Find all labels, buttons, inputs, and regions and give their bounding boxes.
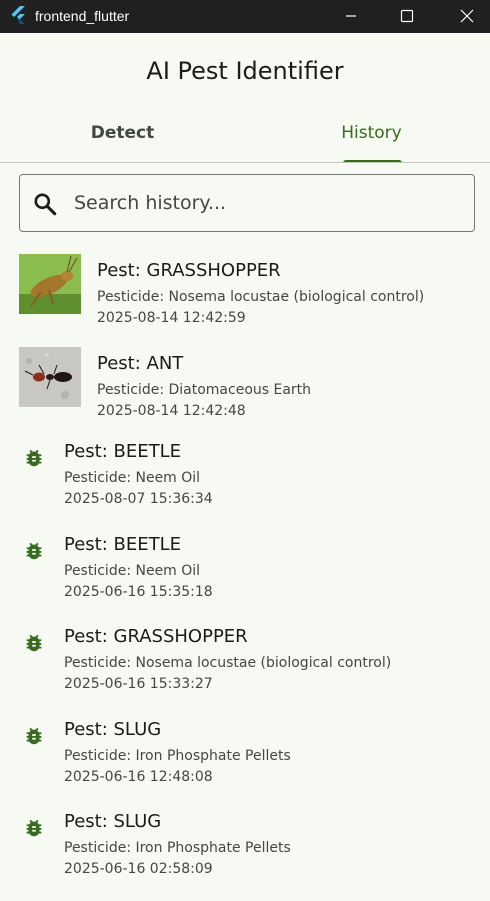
- search-input[interactable]: [74, 189, 454, 217]
- bug-icon: [26, 542, 42, 560]
- close-button[interactable]: [444, 0, 490, 33]
- timestamp: 2025-06-16 15:35:18: [64, 584, 213, 600]
- window-titlebar: frontend_flutter: [0, 0, 490, 33]
- ant-photo: [19, 347, 81, 407]
- pesticide-text: Pesticide: Nosema locustae (biological c…: [64, 655, 392, 671]
- timestamp: 2025-06-16 15:33:27: [64, 676, 213, 692]
- timestamp: 2025-06-16 02:58:09: [64, 861, 213, 877]
- grasshopper-photo: [19, 254, 81, 314]
- page-title: AI Pest Identifier: [146, 57, 344, 85]
- close-icon: [460, 9, 474, 23]
- timestamp: 2025-08-14 12:42:59: [97, 310, 246, 326]
- bug-icon: [26, 819, 42, 837]
- search-field[interactable]: [19, 174, 475, 232]
- bug-icon: [26, 727, 42, 745]
- pesticide-text: Pesticide: Iron Phosphate Pellets: [64, 748, 291, 764]
- history-item[interactable]: Pest: GRASSHOPPER Pesticide: Nosema locu…: [0, 624, 490, 716]
- pest-name: Pest: SLUG: [64, 811, 162, 832]
- pesticide-text: Pesticide: Neem Oil: [64, 563, 201, 579]
- pesticide-text: Pesticide: Iron Phosphate Pellets: [64, 840, 291, 856]
- timestamp: 2025-06-16 12:48:08: [64, 769, 213, 785]
- pest-name: Pest: SLUG: [64, 719, 162, 740]
- history-item[interactable]: Pest: SLUG Pesticide: Iron Phosphate Pel…: [0, 809, 490, 901]
- minimize-button[interactable]: [328, 0, 374, 33]
- flutter-logo-icon: [11, 6, 25, 24]
- maximize-icon: [400, 9, 414, 23]
- history-item[interactable]: Pest: GRASSHOPPER Pesticide: Nosema locu…: [0, 243, 490, 335]
- maximize-button[interactable]: [384, 0, 430, 33]
- pesticide-text: Pesticide: Diatomaceous Earth: [97, 382, 312, 398]
- history-item[interactable]: Pest: ANT Pesticide: Diatomaceous Earth …: [0, 336, 490, 428]
- history-item[interactable]: Pest: SLUG Pesticide: Iron Phosphate Pel…: [0, 717, 490, 809]
- history-item[interactable]: Pest: BEETLE Pesticide: Neem Oil 2025-06…: [0, 532, 490, 624]
- pest-name: Pest: GRASSHOPPER: [64, 626, 248, 647]
- tab-divider: [0, 162, 490, 163]
- minimize-icon: [346, 15, 356, 17]
- timestamp: 2025-08-14 12:42:48: [97, 403, 246, 419]
- bug-icon: [26, 449, 42, 467]
- pest-name: Pest: BEETLE: [64, 441, 181, 462]
- timestamp: 2025-08-07 15:36:34: [64, 491, 213, 507]
- bug-icon: [26, 634, 42, 652]
- pest-name: Pest: BEETLE: [64, 534, 181, 555]
- pesticide-text: Pesticide: Neem Oil: [64, 470, 201, 486]
- pest-name: Pest: ANT: [97, 353, 184, 374]
- tab-history[interactable]: History: [249, 113, 490, 161]
- window-title: frontend_flutter: [35, 8, 130, 24]
- pesticide-text: Pesticide: Nosema locustae (biological c…: [97, 289, 425, 305]
- tab-bar: Detect History: [0, 113, 490, 163]
- tab-detect[interactable]: Detect: [0, 113, 245, 161]
- search-icon: [34, 193, 57, 216]
- pest-name: Pest: GRASSHOPPER: [97, 260, 281, 281]
- history-item[interactable]: Pest: BEETLE Pesticide: Neem Oil 2025-08…: [0, 439, 490, 531]
